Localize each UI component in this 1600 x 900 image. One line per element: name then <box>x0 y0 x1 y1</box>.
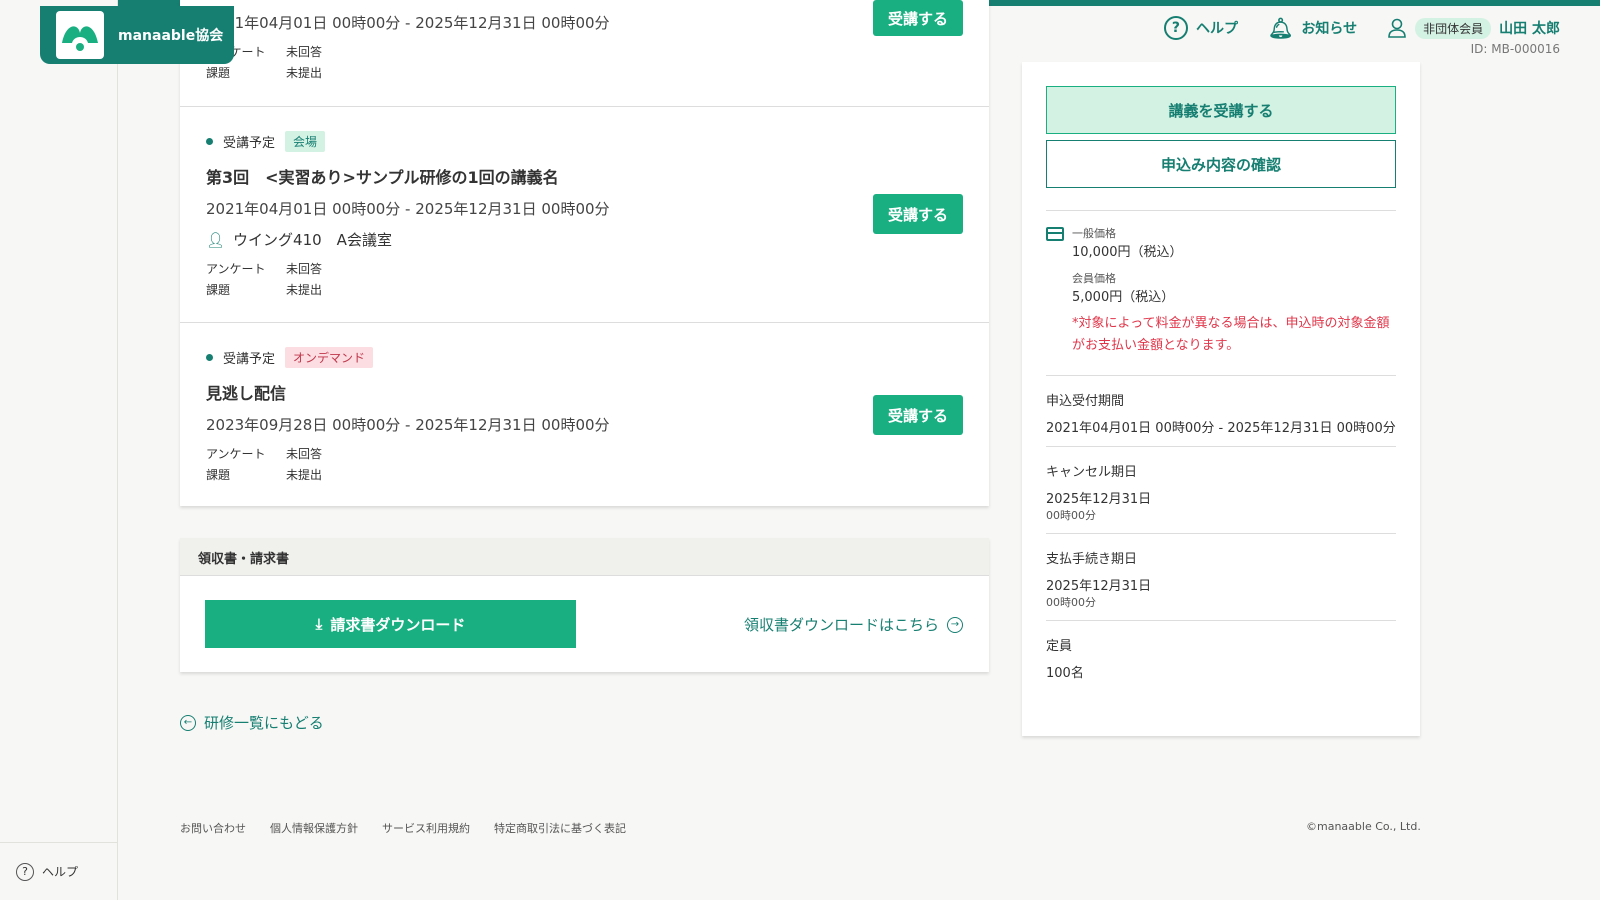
general-price-label: 一般価格 <box>1072 227 1116 240</box>
session-item: 受講予定 会場 第3回 <実習あり>サンプル研修の1回の講義名 2021年04月0… <box>180 107 989 323</box>
credit-card-icon <box>1046 227 1064 241</box>
session-item: 2021年04月01日 00時00分 - 2025年12月31日 00時00分 … <box>180 0 989 107</box>
status-label: 受講予定 <box>223 136 276 151</box>
brand-logo[interactable]: manaable協会 <box>40 6 234 64</box>
survey-label: アンケート <box>206 262 266 276</box>
bell-icon: 🔔︎ <box>1267 16 1294 40</box>
help-icon: ? <box>1163 16 1188 40</box>
general-price: 10,000円（税込） <box>1072 245 1183 260</box>
sidebar: ? ヘルプ <box>0 0 118 900</box>
survey-value: 未回答 <box>286 262 323 276</box>
capacity: 100名 <box>1046 666 1084 681</box>
footer-terms-link[interactable]: サービス利用規約 <box>382 820 470 836</box>
brand-name: manaable協会 <box>118 28 224 44</box>
cancel-date: 2025年12月31日 <box>1046 492 1152 507</box>
user-menu[interactable]: 非団体会員 山田 太郎 <box>1387 17 1560 39</box>
session-date: 2021年04月01日 00時00分 - 2025年12月31日 00時00分 <box>206 14 610 32</box>
ondemand-tag: オンデマンド <box>285 347 374 368</box>
user-icon <box>1388 18 1406 38</box>
payment-deadline-label: 支払手続き期日 <box>1046 552 1138 567</box>
header-notice[interactable]: 🔔︎ お知らせ <box>1268 16 1357 40</box>
footer-contact-link[interactable]: お問い合わせ <box>180 820 246 836</box>
header-nav: ? ヘルプ 🔔︎ お知らせ 非団体会員 山田 太郎 <box>1163 16 1560 40</box>
logo-icon <box>56 11 104 59</box>
copyright: ©manaable Co., Ltd. <box>1306 820 1421 833</box>
member-price: 5,000円（税込） <box>1072 290 1175 305</box>
task-label: 課題 <box>206 66 231 80</box>
capacity-label: 定員 <box>1046 639 1073 654</box>
survey-value: 未回答 <box>286 45 323 59</box>
side-panel: 講義を受講する 申込み内容の確認 一般価格 10,000円（税込） 会員価格 5… <box>1022 62 1420 736</box>
header-help[interactable]: ? ヘルプ <box>1163 16 1238 40</box>
task-value: 未提出 <box>286 283 323 297</box>
member-badge: 非団体会員 <box>1415 17 1492 39</box>
footer-commerce-link[interactable]: 特定商取引法に基づく表記 <box>494 820 626 836</box>
arrow-circle-right-icon: → <box>947 616 963 633</box>
receipt-card: 領収書・請求書 ⤓ 請求書ダウンロード 領収書ダウンロードはこちら → <box>180 538 989 672</box>
footer-links: お問い合わせ 個人情報保護方針 サービス利用規約 特定商取引法に基づく表記 <box>180 820 626 836</box>
invoice-download-label: 請求書ダウンロード <box>330 615 466 634</box>
receipt-link-label: 領収書ダウンロードはこちら <box>743 616 939 634</box>
payment-deadline-date: 2025年12月31日 <box>1046 579 1152 594</box>
status-dot-icon <box>206 138 213 145</box>
notice-label: お知らせ <box>1301 21 1358 37</box>
venue-tag: 会場 <box>285 131 326 152</box>
member-price-label: 会員価格 <box>1072 272 1116 285</box>
sidebar-help[interactable]: ? ヘルプ <box>0 842 118 900</box>
back-link-label: 研修一覧にもどる <box>204 714 324 732</box>
receipt-download-link[interactable]: 領収書ダウンロードはこちら → <box>744 614 963 635</box>
task-value: 未提出 <box>286 468 323 482</box>
help-icon: ? <box>16 862 34 881</box>
attend-button[interactable]: 受講する <box>873 395 963 435</box>
payment-deadline-time: 00時00分 <box>1046 596 1096 609</box>
apply-period: 2021年04月01日 00時00分 - 2025年12月31日 00時00分 <box>1046 421 1396 436</box>
survey-value: 未回答 <box>286 447 323 461</box>
session-date: 2023年09月28日 00時00分 - 2025年12月31日 00時00分 <box>206 416 610 434</box>
user-name: 山田 太郎 <box>1499 21 1560 37</box>
task-label: 課題 <box>206 468 231 482</box>
attend-button[interactable]: 受講する <box>873 194 963 234</box>
session-title: 見逃し配信 <box>206 384 287 403</box>
survey-label: アンケート <box>206 447 266 461</box>
session-date: 2021年04月01日 00時00分 - 2025年12月31日 00時00分 <box>206 200 610 218</box>
task-value: 未提出 <box>286 66 323 80</box>
session-item: 受講予定 オンデマンド 見逃し配信 2023年09月28日 00時00分 - 20… <box>180 323 989 506</box>
back-link[interactable]: ← 研修一覧にもどる <box>180 712 324 733</box>
cancel-label: キャンセル期日 <box>1046 465 1138 480</box>
arrow-circle-left-icon: ← <box>180 714 196 731</box>
location-icon: 👤︎ <box>206 230 226 249</box>
session-location: ウイング410 A会議室 <box>233 231 392 249</box>
apply-period-label: 申込受付期間 <box>1046 394 1125 409</box>
cancel-time: 00時00分 <box>1046 509 1096 522</box>
attend-lecture-button[interactable]: 講義を受講する <box>1046 86 1396 134</box>
session-title: 第3回 <実習あり>サンプル研修の1回の講義名 <box>206 168 559 187</box>
user-id: ID: MB-000016 <box>1470 42 1560 56</box>
sidebar-help-label: ヘルプ <box>42 865 79 879</box>
confirm-application-button[interactable]: 申込み内容の確認 <box>1046 140 1396 188</box>
attend-button[interactable]: 受講する <box>873 0 963 36</box>
price-note: *対象によって料金が異なる場合は、申込時の対象金額がお支払い金額となります。 <box>1072 316 1390 353</box>
task-label: 課題 <box>206 283 231 297</box>
session-list: 2021年04月01日 00時00分 - 2025年12月31日 00時00分 … <box>180 0 989 506</box>
status-label: 受講予定 <box>223 352 276 367</box>
help-label: ヘルプ <box>1195 21 1238 37</box>
invoice-download-button[interactable]: ⤓ 請求書ダウンロード <box>205 600 576 648</box>
receipt-heading: 領収書・請求書 <box>180 538 989 576</box>
download-icon: ⤓ <box>315 615 323 633</box>
footer-privacy-link[interactable]: 個人情報保護方針 <box>270 820 358 836</box>
status-dot-icon <box>206 354 213 361</box>
